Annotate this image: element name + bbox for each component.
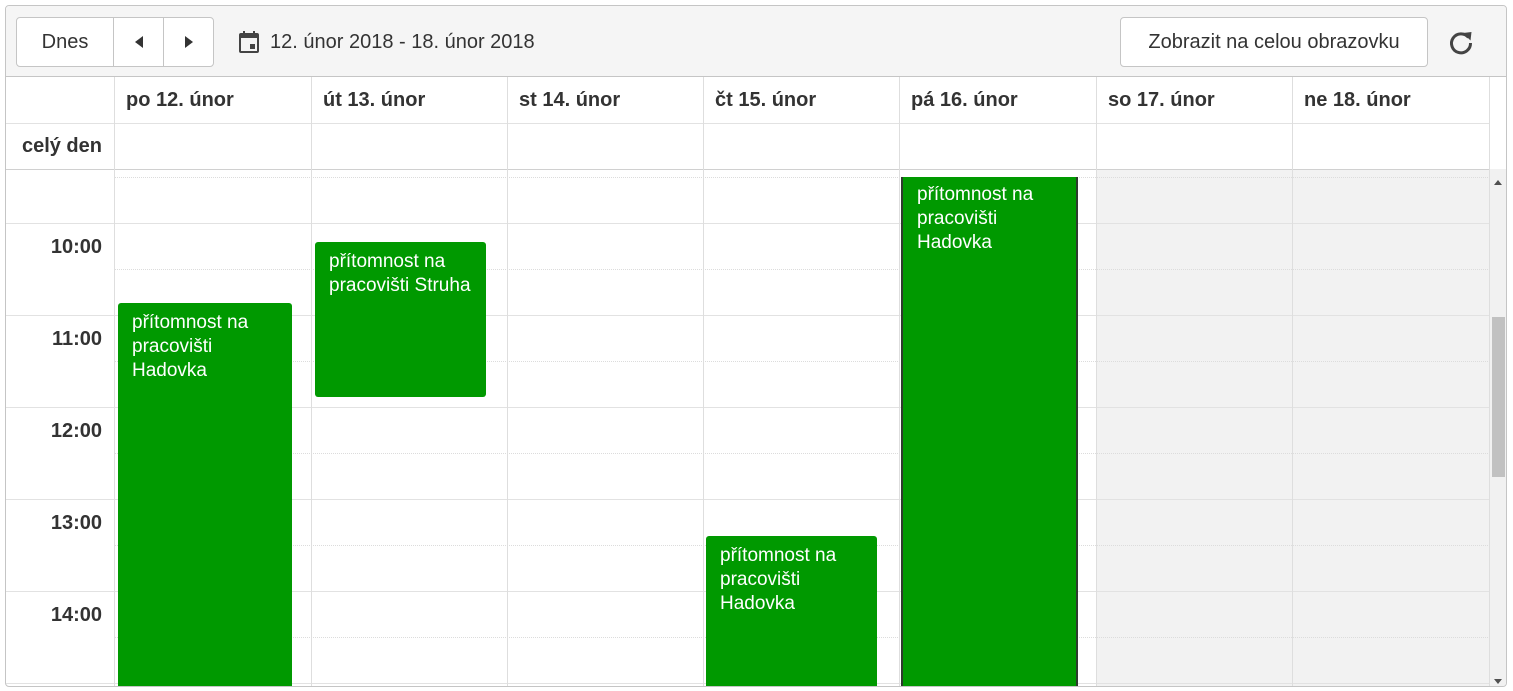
arrow-left-icon (134, 36, 143, 48)
event[interactable]: přítomnost na pracovišti Hadovka (706, 536, 877, 686)
previous-button[interactable] (113, 17, 164, 67)
scroll-down-icon[interactable] (1494, 679, 1502, 684)
grid-line (311, 77, 312, 686)
grid-line (899, 77, 900, 686)
grid-line (6, 123, 1490, 124)
weekend-area (1096, 169, 1490, 686)
event-selected[interactable]: přítomnost na pracovišti Hadovka (901, 177, 1078, 686)
day-header: ne 18. únor (1304, 88, 1411, 111)
grid-line (1096, 77, 1097, 686)
next-button[interactable] (163, 17, 214, 67)
today-button[interactable]: Dnes (16, 17, 114, 67)
day-header: pá 16. únor (911, 88, 1018, 111)
scheduler: Dnes 12. únor 2018 - 18. únor 2018 Zobra… (5, 5, 1507, 687)
grid-line (1292, 77, 1293, 686)
fullscreen-button[interactable]: Zobrazit na celou obrazovku (1120, 17, 1428, 67)
all-day-label: celý den (21, 134, 102, 157)
day-header: čt 15. únor (715, 88, 817, 111)
day-header: st 14. únor (519, 88, 621, 111)
grid-line (114, 177, 1490, 178)
event[interactable]: přítomnost na pracovišti Struha (315, 242, 486, 397)
grid-line (6, 169, 1490, 170)
time-label: 10:00 (50, 236, 102, 258)
grid-line (114, 453, 1490, 454)
day-header: út 13. únor (323, 88, 426, 111)
day-header: so 17. únor (1108, 88, 1215, 111)
scheduler-toolbar: Dnes 12. únor 2018 - 18. únor 2018 Zobra… (6, 6, 1506, 77)
calendar-icon (239, 31, 259, 53)
date-range-picker[interactable]: 12. únor 2018 - 18. únor 2018 (238, 28, 535, 56)
time-label: 13:00 (50, 512, 102, 534)
day-header: po 12. únor (126, 88, 234, 111)
time-label: 11:00 (51, 328, 102, 350)
scrollbar-thumb[interactable] (1492, 317, 1505, 477)
scroll-up-icon[interactable] (1494, 180, 1502, 185)
time-label: 14:00 (50, 604, 102, 626)
week-grid: po 12. únor út 13. únor st 14. únor čt 1… (6, 77, 1506, 686)
refresh-icon[interactable] (1446, 28, 1476, 58)
grid-line (703, 77, 704, 686)
grid-line (6, 223, 1490, 224)
event[interactable]: přítomnost na pracovišti Hadovka (118, 303, 292, 686)
time-label: 12:00 (50, 420, 102, 442)
date-range-text: 12. únor 2018 - 18. únor 2018 (270, 30, 535, 53)
grid-line (507, 77, 508, 686)
grid-line (114, 77, 115, 686)
arrow-right-icon (184, 36, 193, 48)
